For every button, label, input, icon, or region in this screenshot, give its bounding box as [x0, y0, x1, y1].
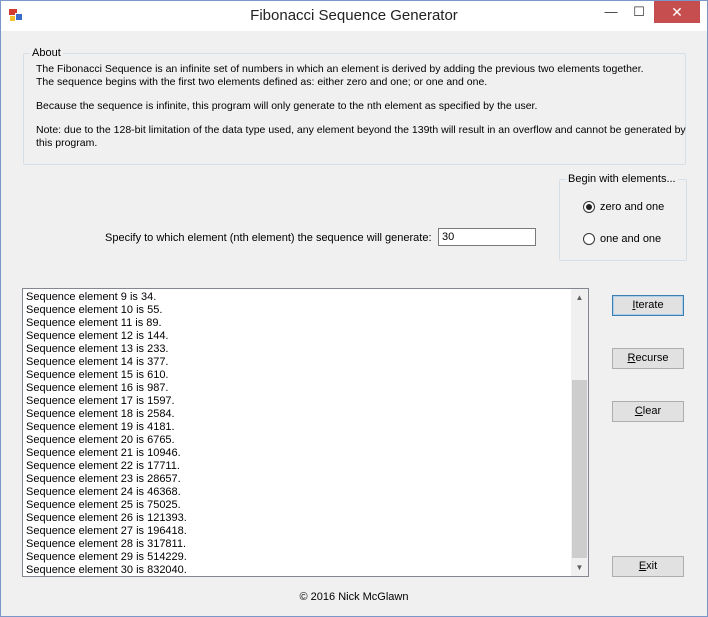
about-text: The Fibonacci Sequence is an infinite se…	[36, 63, 688, 161]
scroll-thumb[interactable]	[572, 380, 587, 558]
maximize-button[interactable]: ☐	[625, 1, 653, 23]
about-paragraph-3: Note: due to the 128-bit limitation of t…	[36, 124, 686, 149]
list-item[interactable]: Sequence element 28 is 317811.	[26, 538, 566, 551]
list-item[interactable]: Sequence element 11 is 89.	[26, 317, 566, 330]
about-line-2: The sequence begins with the first two e…	[36, 76, 488, 88]
close-button[interactable]: ✕	[654, 1, 700, 23]
list-item[interactable]: Sequence element 15 is 610.	[26, 369, 566, 382]
about-legend: About	[32, 47, 61, 59]
clear-button[interactable]: Clear	[612, 401, 684, 422]
clear-label: lear	[642, 405, 662, 417]
list-item[interactable]: Sequence element 24 is 46368.	[26, 486, 566, 499]
list-item[interactable]: Sequence element 12 is 144.	[26, 330, 566, 343]
minimize-button[interactable]: —	[597, 1, 625, 23]
list-item[interactable]: Sequence element 29 is 514229.	[26, 551, 566, 564]
list-item[interactable]: Sequence element 26 is 121393.	[26, 512, 566, 525]
list-item[interactable]: Sequence element 22 is 17711.	[26, 460, 566, 473]
exit-label: xit	[646, 560, 658, 572]
iterate-button[interactable]: Iterate	[612, 295, 684, 316]
list-item[interactable]: Sequence element 19 is 4181.	[26, 421, 566, 434]
recurse-button[interactable]: Recurse	[612, 348, 684, 369]
list-item[interactable]: Sequence element 16 is 987.	[26, 382, 566, 395]
radio-one-and-one[interactable]: one and one	[583, 231, 661, 247]
about-paragraph-2: Because the sequence is infinite, this p…	[36, 100, 538, 112]
list-item[interactable]: Sequence element 14 is 377.	[26, 356, 566, 369]
list-item[interactable]: Sequence element 18 is 2584.	[26, 408, 566, 421]
scroll-down-icon[interactable]: ▼	[571, 559, 588, 576]
results-list: Sequence element 9 is 34. Sequence elemen…	[26, 291, 566, 576]
radio-button-selected[interactable]	[583, 201, 595, 213]
about-line-1: The Fibonacci Sequence is an infinite se…	[36, 63, 644, 75]
exit-button[interactable]: Exit	[612, 556, 684, 577]
list-item[interactable]: Sequence element 9 is 34.	[26, 291, 566, 304]
list-item[interactable]: Sequence element 27 is 196418.	[26, 525, 566, 538]
clear-accesskey: C	[634, 405, 643, 417]
radio-button[interactable]	[583, 233, 595, 245]
list-item[interactable]: Sequence element 20 is 6765.	[26, 434, 566, 447]
list-item[interactable]: Sequence element 10 is 55.	[26, 304, 566, 317]
nth-element-input[interactable]	[438, 228, 536, 246]
list-item[interactable]: Sequence element 25 is 75025.	[26, 499, 566, 512]
nth-element-label: Specify to which element (nth element) t…	[105, 232, 432, 244]
begin-with-group: Begin with elements...	[559, 173, 687, 261]
begin-with-legend: Begin with elements...	[568, 173, 676, 185]
list-item[interactable]: Sequence element 13 is 233.	[26, 343, 566, 356]
title-bar[interactable]: Fibonacci Sequence Generator — ☐ ✕	[1, 1, 707, 31]
list-item[interactable]: Sequence element 23 is 28657.	[26, 473, 566, 486]
radio-zero-and-one[interactable]: zero and one	[583, 199, 664, 215]
radio-label: zero and one	[600, 201, 665, 213]
recurse-label: ecurse	[635, 352, 669, 364]
copyright-footer: © 2016 Nick McGlawn	[299, 591, 409, 603]
radio-label: one and one	[600, 233, 662, 245]
scroll-up-icon[interactable]: ▲	[571, 289, 588, 306]
iterate-label: terate	[635, 299, 664, 311]
list-item[interactable]: Sequence element 17 is 1597.	[26, 395, 566, 408]
list-item[interactable]: Sequence element 21 is 10946.	[26, 447, 566, 460]
vertical-scrollbar[interactable]: ▲ ▼	[571, 289, 588, 576]
results-listbox[interactable]: Sequence element 9 is 34. Sequence elemen…	[22, 288, 589, 577]
list-item[interactable]: Sequence element 30 is 832040.	[26, 564, 566, 576]
